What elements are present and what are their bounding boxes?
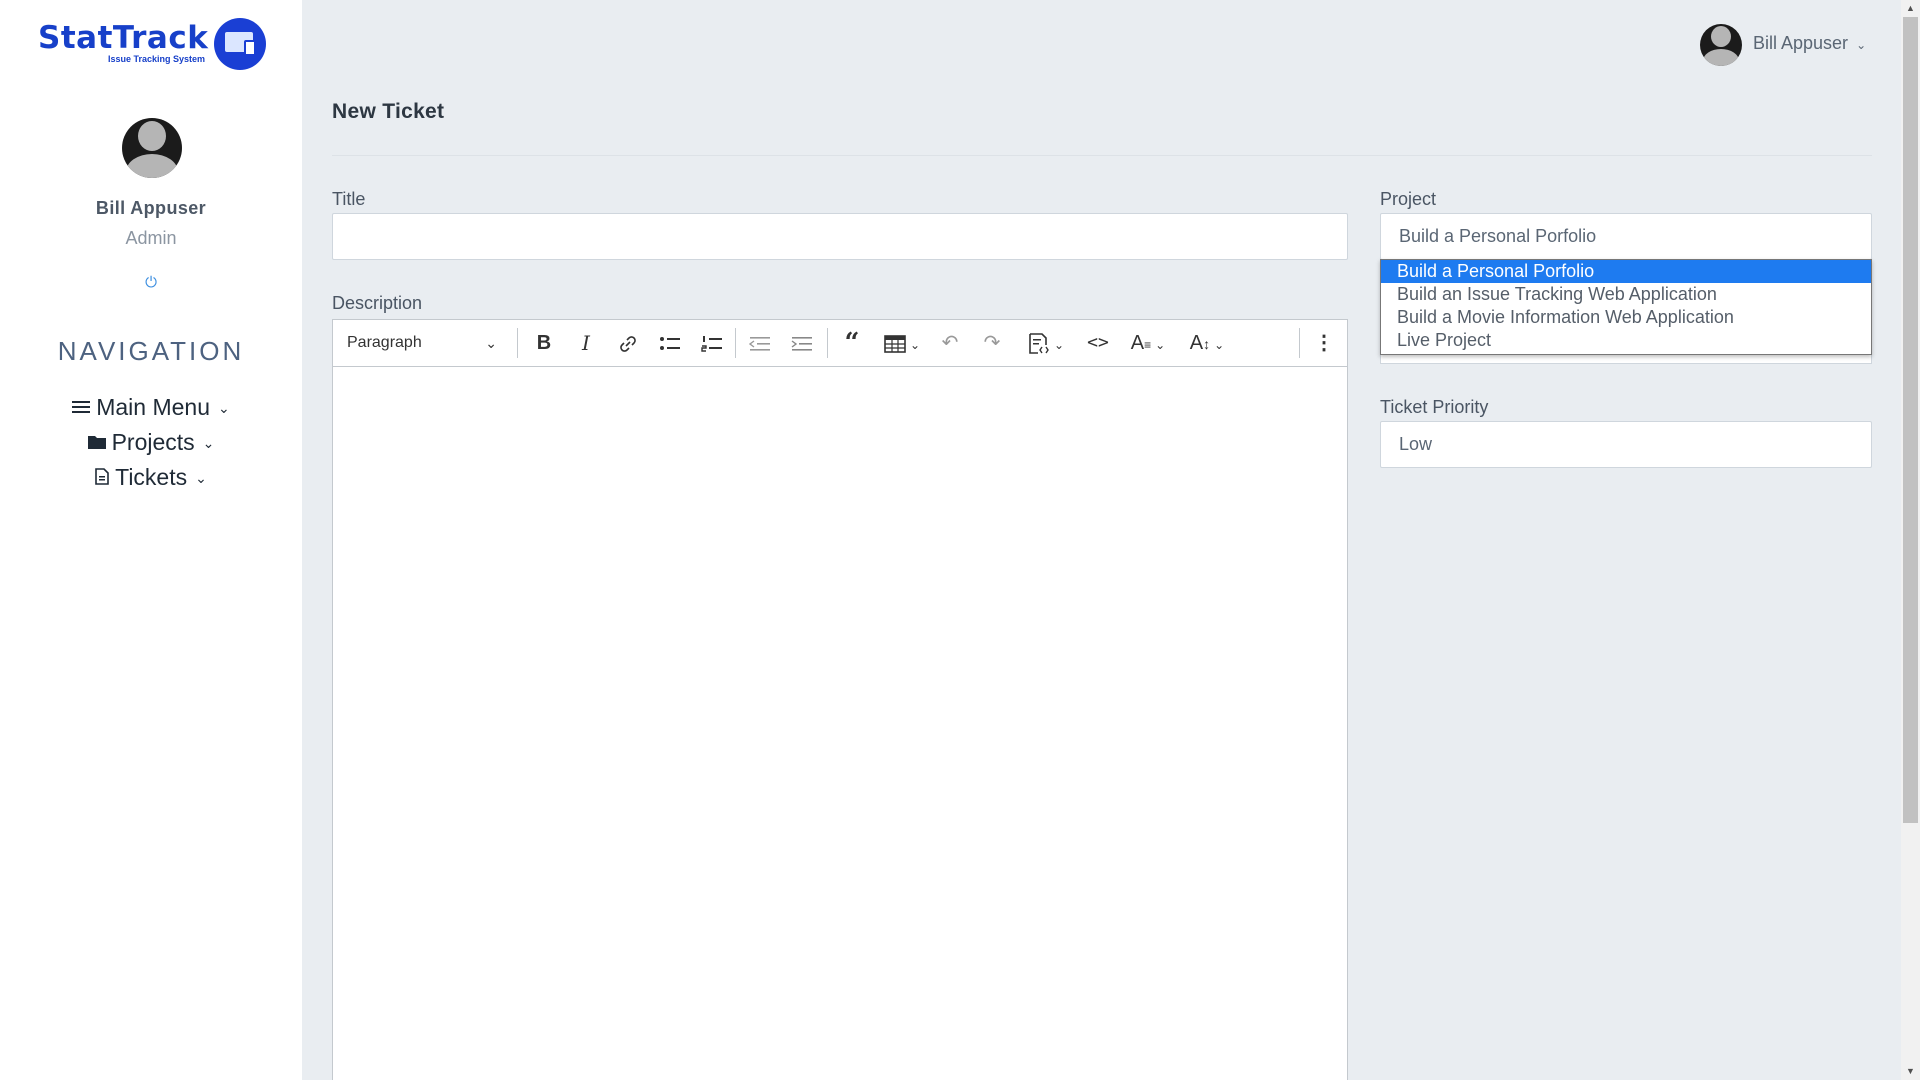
redo-icon[interactable]: ↷: [975, 320, 1009, 366]
sidebar-avatar: [122, 118, 182, 178]
toolbar-separator: [517, 328, 518, 358]
title-label: Title: [332, 189, 366, 209]
toolbar-separator: [827, 328, 828, 358]
page-title: New Ticket: [332, 100, 445, 123]
title-input[interactable]: [332, 213, 1348, 260]
header-user-name: Bill Appuser: [1753, 33, 1849, 53]
chevron-down-icon: ⌄: [1856, 38, 1867, 52]
bulleted-list-icon[interactable]: [653, 320, 687, 366]
bold-icon[interactable]: B: [527, 320, 561, 366]
sidebar-user-name: Bill Appuser: [95, 198, 207, 218]
sidebar-item-projects[interactable]: Projects ⌄: [0, 429, 302, 456]
sidebar-item-tickets[interactable]: Tickets ⌄: [0, 464, 302, 491]
font-size-icon[interactable]: A↕ ⌄: [1181, 320, 1233, 366]
numbered-list-icon[interactable]: [695, 320, 729, 366]
brand-logo[interactable]: StatTrack Issue Tracking System: [36, 16, 266, 72]
ticket-priority-label: Ticket Priority: [1380, 397, 1489, 417]
project-option[interactable]: Build a Personal Porfolio: [1381, 260, 1871, 283]
chevron-down-icon: ⌄: [202, 435, 215, 452]
font-family-icon[interactable]: A≡ ⌄: [1123, 320, 1173, 366]
project-option[interactable]: Build a Movie Information Web Applicatio…: [1381, 306, 1871, 329]
indent-icon[interactable]: [785, 320, 819, 366]
header-user-menu[interactable]: Bill Appuser ⌄: [1753, 33, 1866, 54]
chevron-down-icon: ⌄: [485, 335, 497, 351]
description-editor[interactable]: [332, 366, 1348, 1080]
project-select[interactable]: Build a Personal Porfolio: [1380, 213, 1872, 260]
chevron-down-icon: ⌄: [218, 400, 230, 417]
brand-name: StatTrack: [38, 20, 209, 56]
chevron-down-icon: ⌄: [195, 470, 207, 487]
nav-title: NAVIGATION: [57, 336, 245, 366]
file-icon: [95, 464, 109, 491]
menu-icon: [72, 394, 91, 421]
power-icon[interactable]: ⏻: [0, 274, 302, 291]
toolbar-separator: [735, 328, 736, 358]
sidebar-item-label: Tickets: [115, 464, 188, 490]
folder-icon: [87, 429, 106, 456]
block-format-value: Paragraph: [347, 334, 422, 351]
sidebar-item-label: Main Menu: [96, 394, 211, 420]
block-quote-icon[interactable]: “: [835, 320, 869, 366]
project-dropdown-list: Build a Personal Porfolio Build an Issue…: [1380, 259, 1872, 355]
scroll-up-icon[interactable]: ▲: [1901, 0, 1920, 17]
sidebar: StatTrack Issue Tracking System Bill App…: [0, 0, 302, 1080]
italic-icon[interactable]: I: [569, 320, 603, 366]
description-label: Description: [332, 293, 423, 313]
sidebar-item-label: Projects: [111, 429, 195, 455]
page-scrollbar[interactable]: ▲ ▼: [1901, 0, 1920, 1080]
source-editing-icon[interactable]: ⌄: [1019, 320, 1073, 366]
divider: [332, 155, 1872, 156]
more-options-icon[interactable]: ⋮: [1307, 320, 1341, 366]
code-icon[interactable]: <>: [1081, 320, 1115, 366]
undo-icon[interactable]: ↶: [933, 320, 967, 366]
scroll-thumb[interactable]: [1903, 17, 1918, 823]
insert-table-icon[interactable]: ⌄: [877, 320, 927, 366]
block-format-dropdown[interactable]: Paragraph ⌄: [347, 320, 497, 366]
toolbar-separator: [1299, 328, 1300, 358]
sidebar-user-role: Admin: [125, 228, 177, 248]
project-option[interactable]: Live Project: [1381, 329, 1871, 352]
project-label: Project: [1380, 189, 1437, 209]
link-icon[interactable]: [611, 320, 645, 366]
project-option[interactable]: Build an Issue Tracking Web Application: [1381, 283, 1871, 306]
ticket-priority-select[interactable]: Low: [1380, 421, 1872, 468]
outdent-icon[interactable]: [743, 320, 777, 366]
sidebar-item-main-menu[interactable]: Main Menu ⌄: [0, 394, 302, 421]
brand-tagline: Issue Tracking System: [108, 54, 206, 64]
editor-toolbar: Paragraph ⌄ B I “ ⌄ ↶ ↷ ⌄ <> A≡ ⌄ A↕ ⌄ ⋮: [332, 319, 1348, 367]
logo-monitor-icon: [214, 18, 266, 70]
header-avatar[interactable]: [1700, 24, 1742, 66]
scroll-down-icon[interactable]: ▼: [1901, 1063, 1920, 1080]
